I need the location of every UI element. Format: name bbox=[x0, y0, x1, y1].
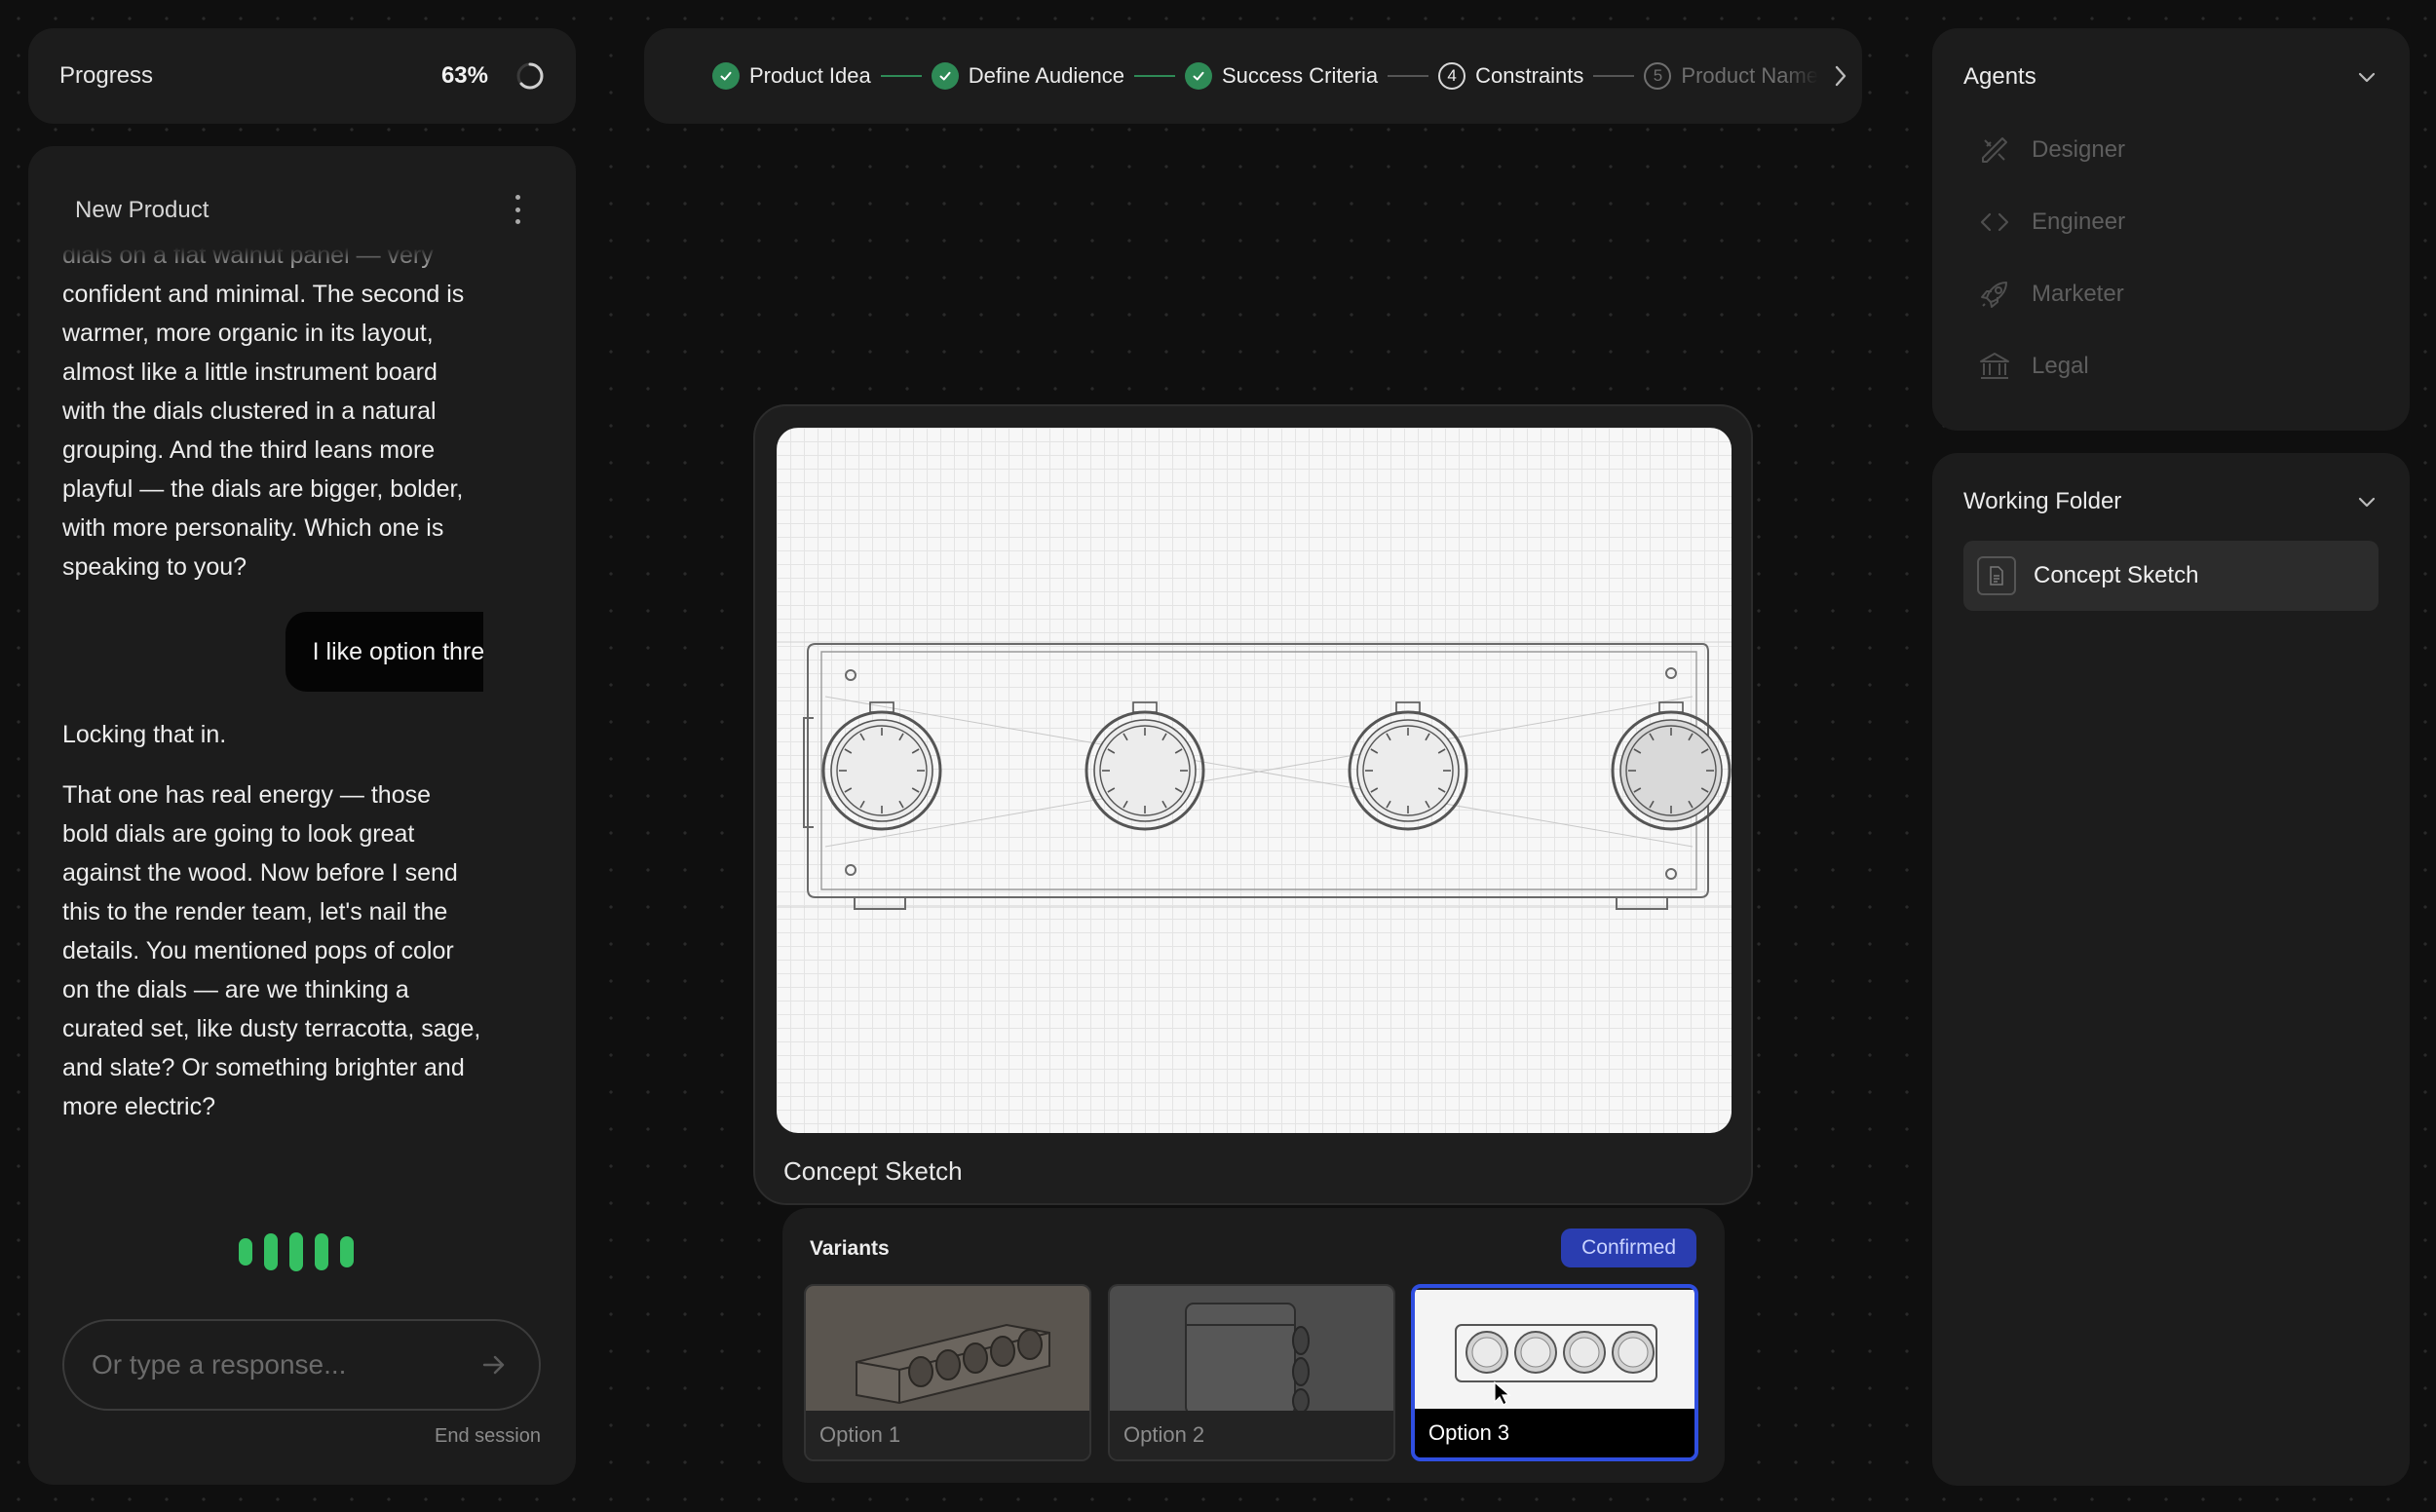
agent-marketer[interactable]: Marketer bbox=[1977, 277, 2124, 312]
ai-message: dials on a flat walnut panel — very conf… bbox=[62, 247, 465, 581]
variant-option-2[interactable]: Option 2 bbox=[1108, 1284, 1395, 1461]
agent-label: Engineer bbox=[2032, 208, 2126, 235]
agent-label: Designer bbox=[2032, 136, 2126, 163]
bank-icon bbox=[1980, 353, 2009, 379]
step-label: Constraints bbox=[1475, 63, 1584, 88]
step-connector bbox=[1593, 75, 1635, 77]
progress-panel: Progress 63% bbox=[28, 28, 576, 124]
step-product-name[interactable]: 5 Product Name bbox=[1644, 62, 1818, 90]
folder-item-label: Concept Sketch bbox=[2034, 562, 2199, 588]
variant-label: Option 2 bbox=[1110, 1411, 1393, 1459]
step-number: 5 bbox=[1644, 62, 1672, 90]
agent-engineer[interactable]: Engineer bbox=[1977, 205, 2125, 240]
variant-option-1[interactable]: Option 1 bbox=[804, 1284, 1091, 1461]
end-session-link[interactable]: End session bbox=[435, 1425, 541, 1448]
rocket-icon bbox=[1981, 282, 2007, 308]
more-menu-icon[interactable] bbox=[514, 195, 521, 224]
check-icon bbox=[712, 62, 740, 90]
send-arrow-icon[interactable] bbox=[476, 1347, 512, 1382]
working-folder-panel: Working Folder Concept Sketch bbox=[1932, 453, 2410, 1486]
step-number: 4 bbox=[1438, 62, 1466, 90]
step-product-idea[interactable]: Product Idea bbox=[712, 62, 871, 90]
variants-title: Variants bbox=[810, 1237, 890, 1260]
step-connector bbox=[1133, 75, 1175, 77]
progress-ring-icon bbox=[516, 62, 544, 90]
document-icon bbox=[1977, 556, 2016, 595]
variant-thumbnail bbox=[806, 1286, 1089, 1415]
canvas-title: Concept Sketch bbox=[783, 1156, 963, 1186]
chevron-down-icon[interactable] bbox=[2355, 490, 2379, 513]
chevron-down-icon[interactable] bbox=[2355, 65, 2379, 89]
voice-activity-indicator bbox=[239, 1232, 354, 1271]
agents-title: Agents bbox=[1963, 63, 2036, 90]
step-label: Success Criteria bbox=[1221, 63, 1379, 88]
canvas-card: Concept Sketch bbox=[753, 404, 1753, 1205]
step-label: Product Name bbox=[1681, 63, 1819, 88]
folder-item-concept-sketch[interactable]: Concept Sketch bbox=[1963, 541, 2379, 611]
ai-message: Locking that in. bbox=[62, 721, 227, 748]
concept-sketch-image[interactable] bbox=[777, 428, 1732, 1133]
chat-title: New Product bbox=[75, 197, 209, 223]
variant-thumbnail bbox=[1110, 1286, 1393, 1415]
chat-messages[interactable]: dials on a flat walnut panel — very conf… bbox=[62, 247, 483, 1270]
step-success-criteria[interactable]: Success Criteria bbox=[1184, 62, 1379, 90]
reply-input[interactable] bbox=[92, 1349, 476, 1380]
variant-thumbnail bbox=[1415, 1290, 1694, 1415]
check-icon bbox=[1184, 62, 1212, 90]
variant-option-3[interactable]: Option 3 bbox=[1411, 1284, 1698, 1461]
ai-message: That one has real energy — those bold di… bbox=[62, 781, 481, 1120]
step-constraints[interactable]: 4 Constraints bbox=[1438, 62, 1583, 90]
folder-title: Working Folder bbox=[1963, 488, 2122, 514]
progress-percent: 63% bbox=[440, 62, 488, 89]
step-connector bbox=[880, 75, 922, 77]
agents-panel: Agents Designer Engineer Marketer Legal bbox=[1932, 28, 2410, 431]
chevron-right-icon[interactable] bbox=[1830, 62, 1851, 90]
variants-panel: Variants Confirmed Option 1 Option 2 Opt… bbox=[782, 1208, 1725, 1483]
step-navigator: Product Idea Define Audience Success Cri… bbox=[644, 28, 1862, 124]
step-define-audience[interactable]: Define Audience bbox=[931, 62, 1124, 90]
reply-field[interactable] bbox=[62, 1319, 541, 1411]
agent-designer[interactable]: Designer bbox=[1977, 132, 2125, 168]
variant-label: Option 1 bbox=[806, 1411, 1089, 1459]
variant-label: Option 3 bbox=[1415, 1409, 1694, 1457]
agent-label: Marketer bbox=[2032, 281, 2124, 307]
step-connector bbox=[1388, 75, 1429, 77]
code-icon bbox=[1980, 212, 2009, 232]
agent-legal[interactable]: Legal bbox=[1977, 349, 2089, 384]
check-icon bbox=[931, 62, 959, 90]
progress-label: Progress bbox=[59, 62, 154, 89]
user-message: I like option three. bbox=[285, 612, 483, 692]
step-label: Product Idea bbox=[749, 63, 871, 88]
step-label: Define Audience bbox=[968, 63, 1124, 88]
confirmed-badge: Confirmed bbox=[1561, 1228, 1696, 1267]
chat-panel: New Product dials on a flat walnut panel… bbox=[28, 146, 576, 1485]
agent-label: Legal bbox=[2032, 353, 2089, 379]
design-tools-icon bbox=[1982, 137, 2007, 163]
user-message-row: I like option three. M bbox=[62, 612, 483, 692]
